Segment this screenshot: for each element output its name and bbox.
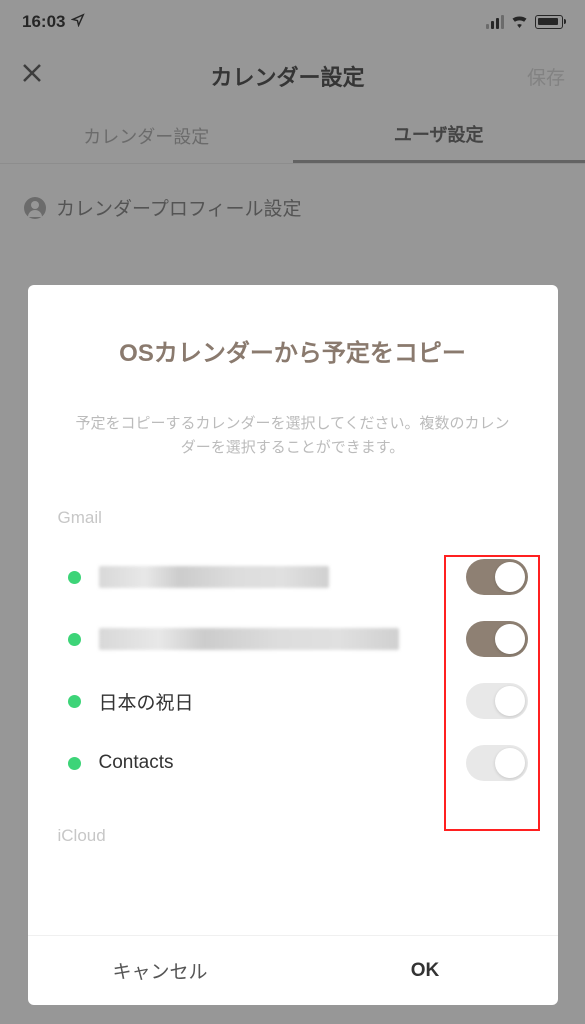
calendar-color-dot (68, 695, 81, 708)
calendar-name-redacted (99, 628, 399, 650)
calendar-name: Contacts (99, 752, 448, 774)
modal-description: 予定をコピーするカレンダーを選択してください。複数のカレンダーを選択することがで… (58, 412, 528, 460)
calendar-name: 日本の祝日 (99, 688, 448, 715)
cancel-button[interactable]: キャンセル (28, 936, 293, 1005)
modal-footer: キャンセル OK (28, 935, 558, 1005)
calendar-color-dot (68, 571, 81, 584)
modal-overlay: OSカレンダーから予定をコピー 予定をコピーするカレンダーを選択してください。複… (0, 0, 585, 1024)
ok-button[interactable]: OK (293, 936, 558, 1005)
copy-calendar-modal: OSカレンダーから予定をコピー 予定をコピーするカレンダーを選択してください。複… (28, 285, 558, 1005)
calendar-name-redacted (99, 566, 329, 588)
group-label-gmail: Gmail (58, 508, 528, 528)
calendar-color-dot (68, 633, 81, 646)
annotation-highlight (444, 555, 540, 831)
modal-title: OSカレンダーから予定をコピー (58, 333, 528, 368)
calendar-color-dot (68, 757, 81, 770)
